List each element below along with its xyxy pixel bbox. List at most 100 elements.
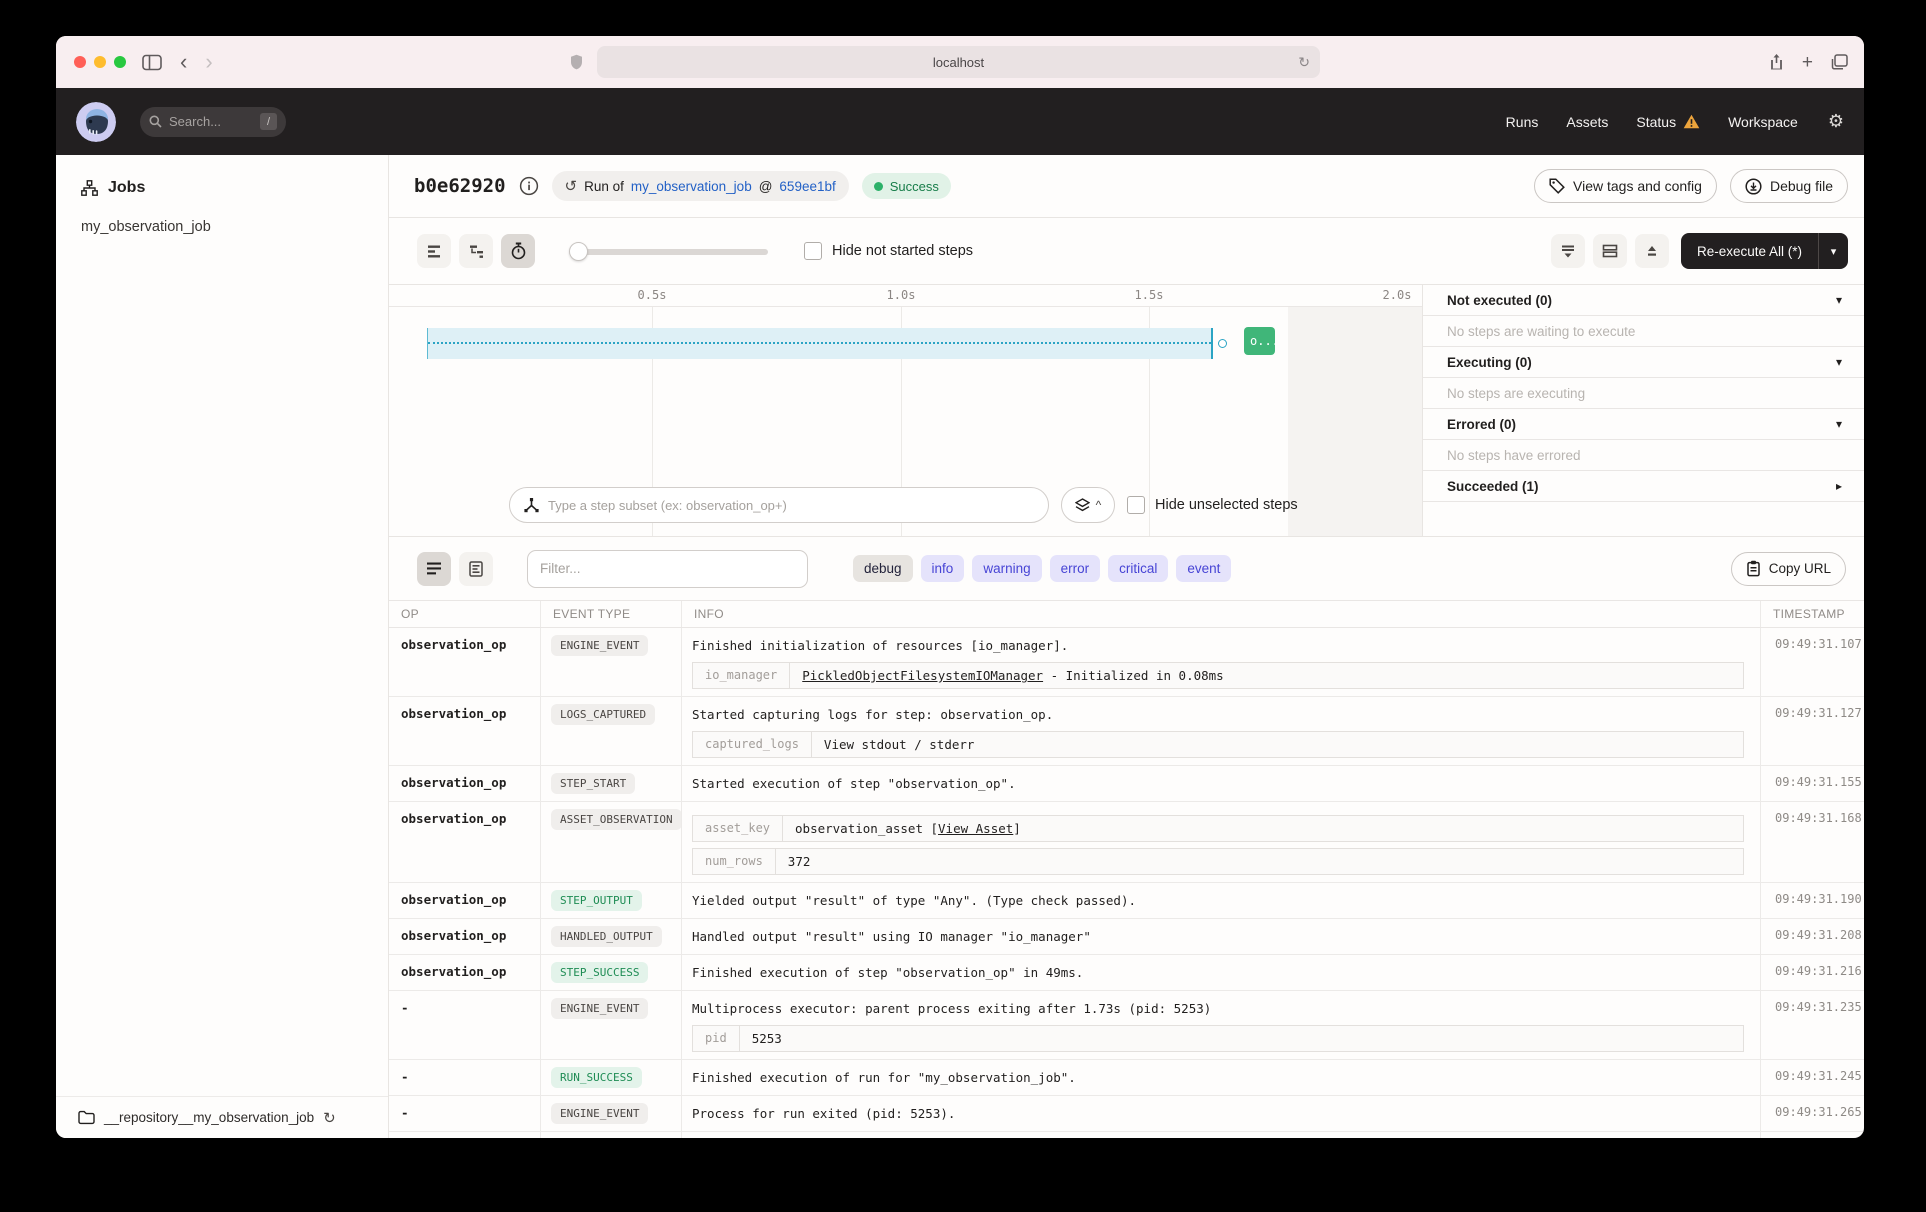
event-type-badge[interactable]: STEP_SUCCESS (551, 962, 648, 983)
log-row[interactable]: -RUN_SUCCESSFinished execution of run fo… (389, 1060, 1864, 1096)
run-of-pill[interactable]: ↺ Run of my_observation_job @ 659ee1bf (552, 171, 849, 201)
collapse-down-button[interactable] (1551, 234, 1585, 268)
log-event-type-cell: ENGINE_EVENT (540, 628, 681, 696)
log-row[interactable]: observation_opENGINE_EVENTFinished initi… (389, 628, 1864, 697)
refresh-icon[interactable]: ↻ (323, 1109, 336, 1127)
log-level-debug[interactable]: debug (853, 555, 913, 582)
timed-view-button[interactable] (501, 234, 535, 268)
reexecute-dropdown-button[interactable]: ▾ (1818, 233, 1848, 269)
step-marker[interactable] (1218, 339, 1227, 348)
step-status-panel: Not executed (0) ▾ No steps are waiting … (1422, 285, 1864, 536)
dotted-timeline (428, 342, 1211, 344)
event-type-badge[interactable]: ENGINE_EVENT (551, 1103, 648, 1124)
log-row[interactable]: observation_opHANDLED_OUTPUTHandled outp… (389, 919, 1864, 955)
log-event-type-cell: RUN_SUCCESS (540, 1060, 681, 1095)
event-type-badge[interactable]: LOGS_CAPTURED (551, 704, 655, 725)
close-window-button[interactable] (74, 56, 86, 68)
global-search[interactable]: Search... / (140, 107, 286, 137)
hide-unselected-checkbox[interactable]: Hide unselected steps (1127, 496, 1298, 514)
caret-down-icon: ▾ (1836, 355, 1842, 369)
log-filter-input[interactable] (527, 550, 808, 588)
back-icon[interactable]: ‹ (180, 51, 187, 73)
log-level-warning[interactable]: warning (972, 555, 1041, 582)
log-level-info[interactable]: info (921, 555, 965, 582)
event-type-badge[interactable]: STEP_START (551, 773, 635, 794)
event-type-badge[interactable]: STEP_OUTPUT (551, 890, 642, 911)
copy-url-button[interactable]: Copy URL (1731, 552, 1846, 586)
log-list-view-button[interactable] (417, 552, 451, 586)
hide-not-started-checkbox[interactable]: Hide not started steps (804, 242, 973, 260)
status-dot (874, 182, 883, 191)
log-structured-view-button[interactable] (459, 552, 493, 586)
gantt-chart: 0.5s 1.0s 1.5s 2.0s (389, 285, 1422, 536)
reexecute-all-button[interactable]: Re-execute All (*) (1681, 233, 1818, 269)
snapshot-link[interactable]: 659ee1bf (779, 179, 835, 194)
section-succeeded[interactable]: Succeeded (1) ▸ (1423, 471, 1864, 502)
dagster-logo[interactable] (76, 102, 116, 142)
checkbox-box[interactable] (1127, 496, 1145, 514)
section-executing[interactable]: Executing (0) ▾ (1423, 347, 1864, 378)
address-bar[interactable]: localhost ↻ (597, 46, 1320, 78)
log-table-header: OP EVENT TYPE INFO TIMESTAMP (389, 600, 1864, 628)
event-type-badge[interactable]: ENGINE_EVENT (551, 998, 648, 1019)
log-row[interactable]: observation_opLOGS_CAPTUREDStarted captu… (389, 697, 1864, 766)
nav-status[interactable]: Status (1636, 114, 1700, 130)
browser-sidebar-icon[interactable] (142, 54, 162, 71)
job-name-link[interactable]: my_observation_job (631, 179, 752, 194)
minimize-window-button[interactable] (94, 56, 106, 68)
forward-icon[interactable]: › (205, 51, 212, 73)
log-message: Process for run exited (pid: 5253). (692, 1103, 1744, 1124)
log-event-type-cell: ASSET_OBSERVATION (540, 802, 681, 882)
log-info-cell: Finished execution of step "observation_… (681, 955, 1760, 990)
layers-icon (1075, 498, 1090, 512)
log-row[interactable]: -ENGINE_EVENT Process for run exited (pid… (389, 1096, 1864, 1132)
checkbox-box[interactable] (804, 242, 822, 260)
log-info-cell: Finished execution of run for "my_observ… (681, 1060, 1760, 1095)
log-op-cell: - (389, 1096, 540, 1131)
log-level-error[interactable]: error (1050, 555, 1101, 582)
log-row[interactable]: observation_opSTEP_STARTStarted executio… (389, 766, 1864, 802)
section-label: Executing (0) (1447, 355, 1532, 370)
flat-view-button[interactable] (417, 234, 451, 268)
zoom-slider[interactable] (571, 242, 768, 261)
reload-icon[interactable]: ↻ (1298, 54, 1310, 71)
event-type-badge[interactable]: ENGINE_EVENT (551, 635, 648, 656)
zoom-window-button[interactable] (114, 56, 126, 68)
log-event-type-cell: STEP_SUCCESS (540, 955, 681, 990)
log-level-critical[interactable]: critical (1108, 555, 1168, 582)
nav-workspace[interactable]: Workspace (1728, 114, 1798, 130)
metadata-link[interactable]: PickledObjectFilesystemIOManager (802, 668, 1043, 683)
nav-runs[interactable]: Runs (1506, 114, 1539, 130)
event-type-badge[interactable]: HANDLED_OUTPUT (551, 926, 662, 947)
view-tags-config-button[interactable]: View tags and config (1534, 169, 1717, 203)
slider-knob[interactable] (569, 242, 588, 261)
log-row[interactable]: -ENGINE_EVENTMultiprocess executor: pare… (389, 991, 1864, 1060)
new-tab-icon[interactable]: + (1802, 53, 1813, 72)
metadata-text: ] (1013, 821, 1021, 836)
section-not-executed[interactable]: Not executed (0) ▾ (1423, 285, 1864, 316)
log-row[interactable]: observation_opASSET_OBSERVATIONasset_key… (389, 802, 1864, 883)
log-row[interactable]: observation_opSTEP_OUTPUTYielded output … (389, 883, 1864, 919)
tab-overview-icon[interactable] (1831, 54, 1848, 70)
eject-button[interactable] (1635, 234, 1669, 268)
sidebar-item-job[interactable]: my_observation_job (81, 219, 388, 235)
gear-icon[interactable]: ⚙ (1828, 111, 1844, 132)
step-subset-input[interactable] (548, 498, 1034, 513)
metadata-key: io_manager (693, 663, 790, 688)
log-level-event[interactable]: event (1176, 555, 1231, 582)
section-errored[interactable]: Errored (0) ▾ (1423, 409, 1864, 440)
graph-query-toggle-button[interactable]: ^ (1061, 487, 1115, 523)
event-type-badge[interactable]: ASSET_OBSERVATION (551, 809, 682, 830)
share-icon[interactable] (1769, 53, 1784, 71)
nav-assets[interactable]: Assets (1566, 114, 1608, 130)
log-row[interactable]: observation_opSTEP_SUCCESSFinished execu… (389, 955, 1864, 991)
step-bar-observation-op[interactable]: o... (1244, 327, 1275, 355)
copy-url-label: Copy URL (1769, 561, 1831, 576)
rows-view-button[interactable] (1593, 234, 1627, 268)
debug-file-button[interactable]: Debug file (1730, 169, 1848, 203)
info-icon[interactable] (519, 176, 539, 196)
waterfall-view-button[interactable] (459, 234, 493, 268)
run-logs: debug info warning error critical event Copy … (389, 537, 1864, 1138)
event-type-badge[interactable]: RUN_SUCCESS (551, 1067, 642, 1088)
metadata-link[interactable]: View Asset (938, 821, 1013, 836)
